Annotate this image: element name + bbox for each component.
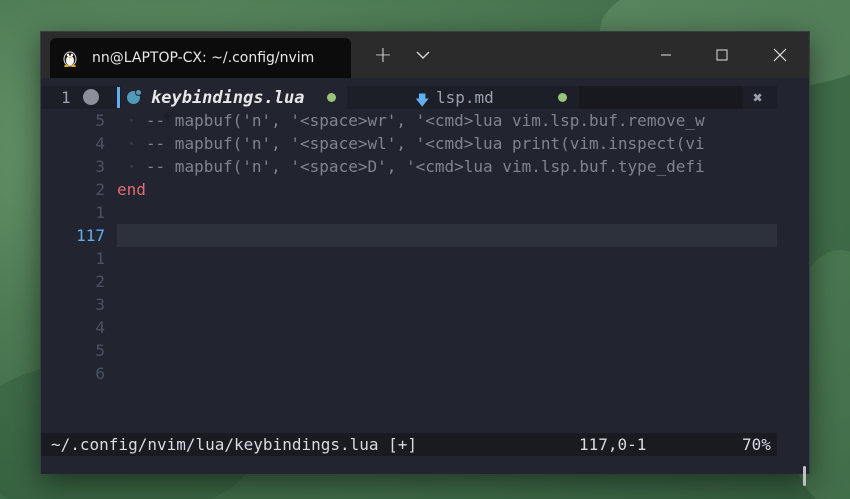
indent-guide: · [117,134,146,153]
tab-dropdown-button[interactable] [411,32,435,78]
code-content: end [117,180,146,199]
code-text: · -- mapbuf('n', '<space>wr', '<cmd>lua … [117,111,777,130]
line-number: 4 [95,134,105,153]
line-number: 4 [95,318,105,337]
chevron-down-icon [416,51,430,60]
minimize-icon [661,54,671,56]
line-number: 6 [95,364,105,383]
title-bar: nn@LAPTOP-CX: ~/.config/nvim + [41,32,809,78]
terminal-viewport[interactable]: 1 keybindings.lua 🡇 lsp.md ✖ 5 · -- mapb… [41,78,809,486]
line-number: 5 [95,111,105,130]
cursor-line-highlight [117,224,777,247]
editor-line[interactable]: 5 [41,339,777,362]
editor-line[interactable]: 4 · -- mapbuf('n', '<space>wl', '<cmd>lu… [41,132,777,155]
code-text: end [117,180,777,199]
back-arrow-icon[interactable] [83,89,173,121]
status-scroll-percent: 70% [742,435,771,454]
status-line: ~/.config/nvim/lua/keybindings.lua [+] 1… [41,433,777,456]
code-content: -- mapbuf('n', '<space>D', '<cmd>lua vim… [145,157,705,176]
line-number: 117 [76,226,105,245]
linux-penguin-icon [62,49,78,67]
inactive-buffer-name[interactable]: lsp.md [436,88,494,107]
maximize-button[interactable] [699,32,745,78]
editor-line[interactable]: 2 end [41,178,777,201]
maximize-icon [716,49,728,61]
modified-dot-icon [558,93,567,102]
active-buffer-name[interactable]: keybindings.lua [151,88,305,108]
editor-line[interactable]: 6 [41,362,777,385]
status-cursor-position: 117,0-1 [579,435,647,454]
line-number: 3 [95,295,105,314]
code-content: -- mapbuf('n', '<space>wr', '<cmd>lua vi… [145,111,705,130]
line-number: 1 [95,203,105,222]
line-number: 1 [95,249,105,268]
close-buffer-button[interactable]: ✖ [753,88,763,107]
line-number: 3 [95,157,105,176]
editor-line[interactable]: 2 [41,270,777,293]
tab-title: nn@LAPTOP-CX: ~/.config/nvim [92,50,315,66]
line-number: 2 [95,272,105,291]
minimize-button[interactable] [643,32,689,78]
lua-file-icon [127,89,142,104]
line-number: 5 [95,341,105,360]
line-number: 2 [95,180,105,199]
indent-guide: · [117,157,146,176]
active-buffer-indicator [117,87,120,108]
editor-line[interactable]: 117 [41,224,777,247]
scrollbar-thumb[interactable] [803,466,806,486]
modified-dot-icon [327,93,336,102]
terminal-window: nn@LAPTOP-CX: ~/.config/nvim + 1 keybind… [40,31,810,486]
terminal-tab[interactable]: nn@LAPTOP-CX: ~/.config/nvim [50,38,351,78]
editor-line[interactable]: 5 · -- mapbuf('n', '<space>wr', '<cmd>lu… [41,109,777,132]
indent-guide: · [117,111,146,130]
editor-line[interactable]: 1 [41,247,777,270]
editor-line[interactable]: 3 [41,293,777,316]
editor-line[interactable]: 4 [41,316,777,339]
editor-line[interactable]: 3 · -- mapbuf('n', '<space>D', '<cmd>lua… [41,155,777,178]
code-content: -- mapbuf('n', '<space>wl', '<cmd>lua pr… [145,134,705,153]
close-icon [773,48,787,62]
buffer-line-fill [579,86,743,109]
status-file-path: ~/.config/nvim/lua/keybindings.lua [+] [51,435,418,454]
buffer-line: 1 keybindings.lua 🡇 lsp.md ✖ [41,86,777,121]
tabpage-number: 1 [61,88,71,107]
code-text: · -- mapbuf('n', '<space>wl', '<cmd>lua … [117,134,777,153]
new-tab-button[interactable]: + [368,32,398,78]
editor-line[interactable]: 1 [41,201,777,224]
close-window-button[interactable] [757,32,803,78]
code-text: · -- mapbuf('n', '<space>D', '<cmd>lua v… [117,157,777,176]
